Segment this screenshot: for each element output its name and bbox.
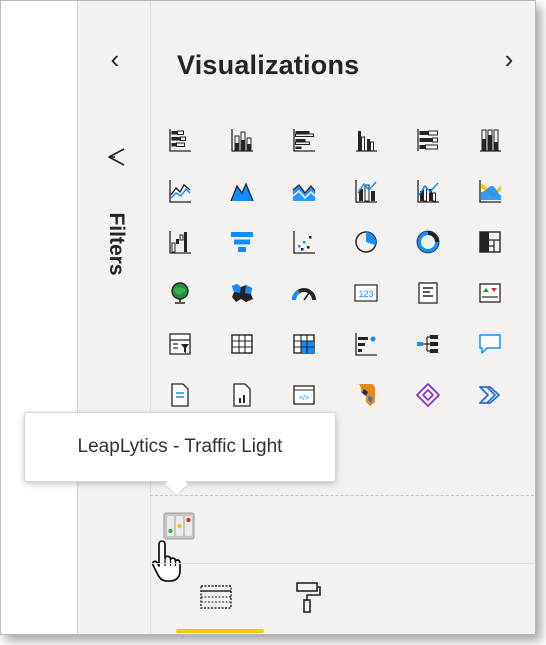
key-influencers-icon[interactable] <box>343 321 389 367</box>
pie-chart-icon[interactable] <box>343 219 389 265</box>
funnel-icon[interactable] <box>105 146 127 168</box>
custom-visuals-divider <box>150 495 534 496</box>
100-stacked-bar-chart-icon[interactable] <box>405 117 451 163</box>
line-and-stacked-column-icon[interactable] <box>343 168 389 214</box>
tabs-divider <box>150 563 534 564</box>
table-icon[interactable] <box>219 321 265 367</box>
svg-text:123: 123 <box>358 289 373 299</box>
collapse-visualizations-button[interactable]: › <box>496 42 522 76</box>
paint-roller-icon <box>296 582 321 613</box>
svg-text:</>: </> <box>299 395 309 402</box>
fields-icon <box>200 585 232 609</box>
format-tab[interactable] <box>280 575 336 619</box>
stacked-column-chart-icon[interactable] <box>219 117 265 163</box>
qa-icon[interactable] <box>467 321 513 367</box>
visualization-icon-grid: 123 </> <box>157 117 527 417</box>
line-and-clustered-column-icon[interactable] <box>405 168 451 214</box>
map-icon[interactable] <box>157 270 203 316</box>
report-canvas-edge <box>1 1 77 634</box>
clustered-column-chart-icon[interactable] <box>343 117 389 163</box>
decomposition-tree-icon[interactable] <box>405 321 451 367</box>
treemap-icon[interactable] <box>467 219 513 265</box>
filters-pane <box>78 1 150 634</box>
funnel-chart-icon[interactable] <box>219 219 265 265</box>
100-stacked-column-chart-icon[interactable] <box>467 117 513 163</box>
area-chart-icon[interactable] <box>219 168 265 214</box>
power-automate-icon[interactable] <box>467 372 513 418</box>
card-icon[interactable]: 123 <box>343 270 389 316</box>
line-chart-icon[interactable] <box>157 168 203 214</box>
tooltip: LeapLytics - Traffic Light <box>24 412 336 482</box>
active-tab-indicator <box>176 629 264 633</box>
filters-pane-label[interactable]: Filters <box>101 198 131 290</box>
custom-visual-orange-icon[interactable] <box>343 372 389 418</box>
multi-row-card-icon[interactable] <box>405 270 451 316</box>
slicer-icon[interactable] <box>157 321 203 367</box>
waterfall-chart-icon[interactable] <box>157 219 203 265</box>
donut-chart-icon[interactable] <box>405 219 451 265</box>
tooltip-text: LeapLytics - Traffic Light <box>77 436 283 457</box>
visualizations-title: Visualizations <box>177 50 360 80</box>
collapse-filters-button[interactable]: ‹ <box>103 44 127 74</box>
kpi-icon[interactable] <box>467 270 513 316</box>
gauge-icon[interactable] <box>281 270 327 316</box>
power-apps-icon[interactable] <box>405 372 451 418</box>
ribbon-chart-icon[interactable] <box>467 168 513 214</box>
fields-tab[interactable] <box>188 575 244 619</box>
matrix-icon[interactable] <box>281 321 327 367</box>
stacked-area-chart-icon[interactable] <box>281 168 327 214</box>
hand-pointer-cursor-icon <box>151 540 181 582</box>
scatter-chart-icon[interactable] <box>281 219 327 265</box>
stacked-bar-chart-icon[interactable] <box>157 117 203 163</box>
clustered-bar-chart-icon[interactable] <box>281 117 327 163</box>
filled-map-icon[interactable] <box>219 270 265 316</box>
